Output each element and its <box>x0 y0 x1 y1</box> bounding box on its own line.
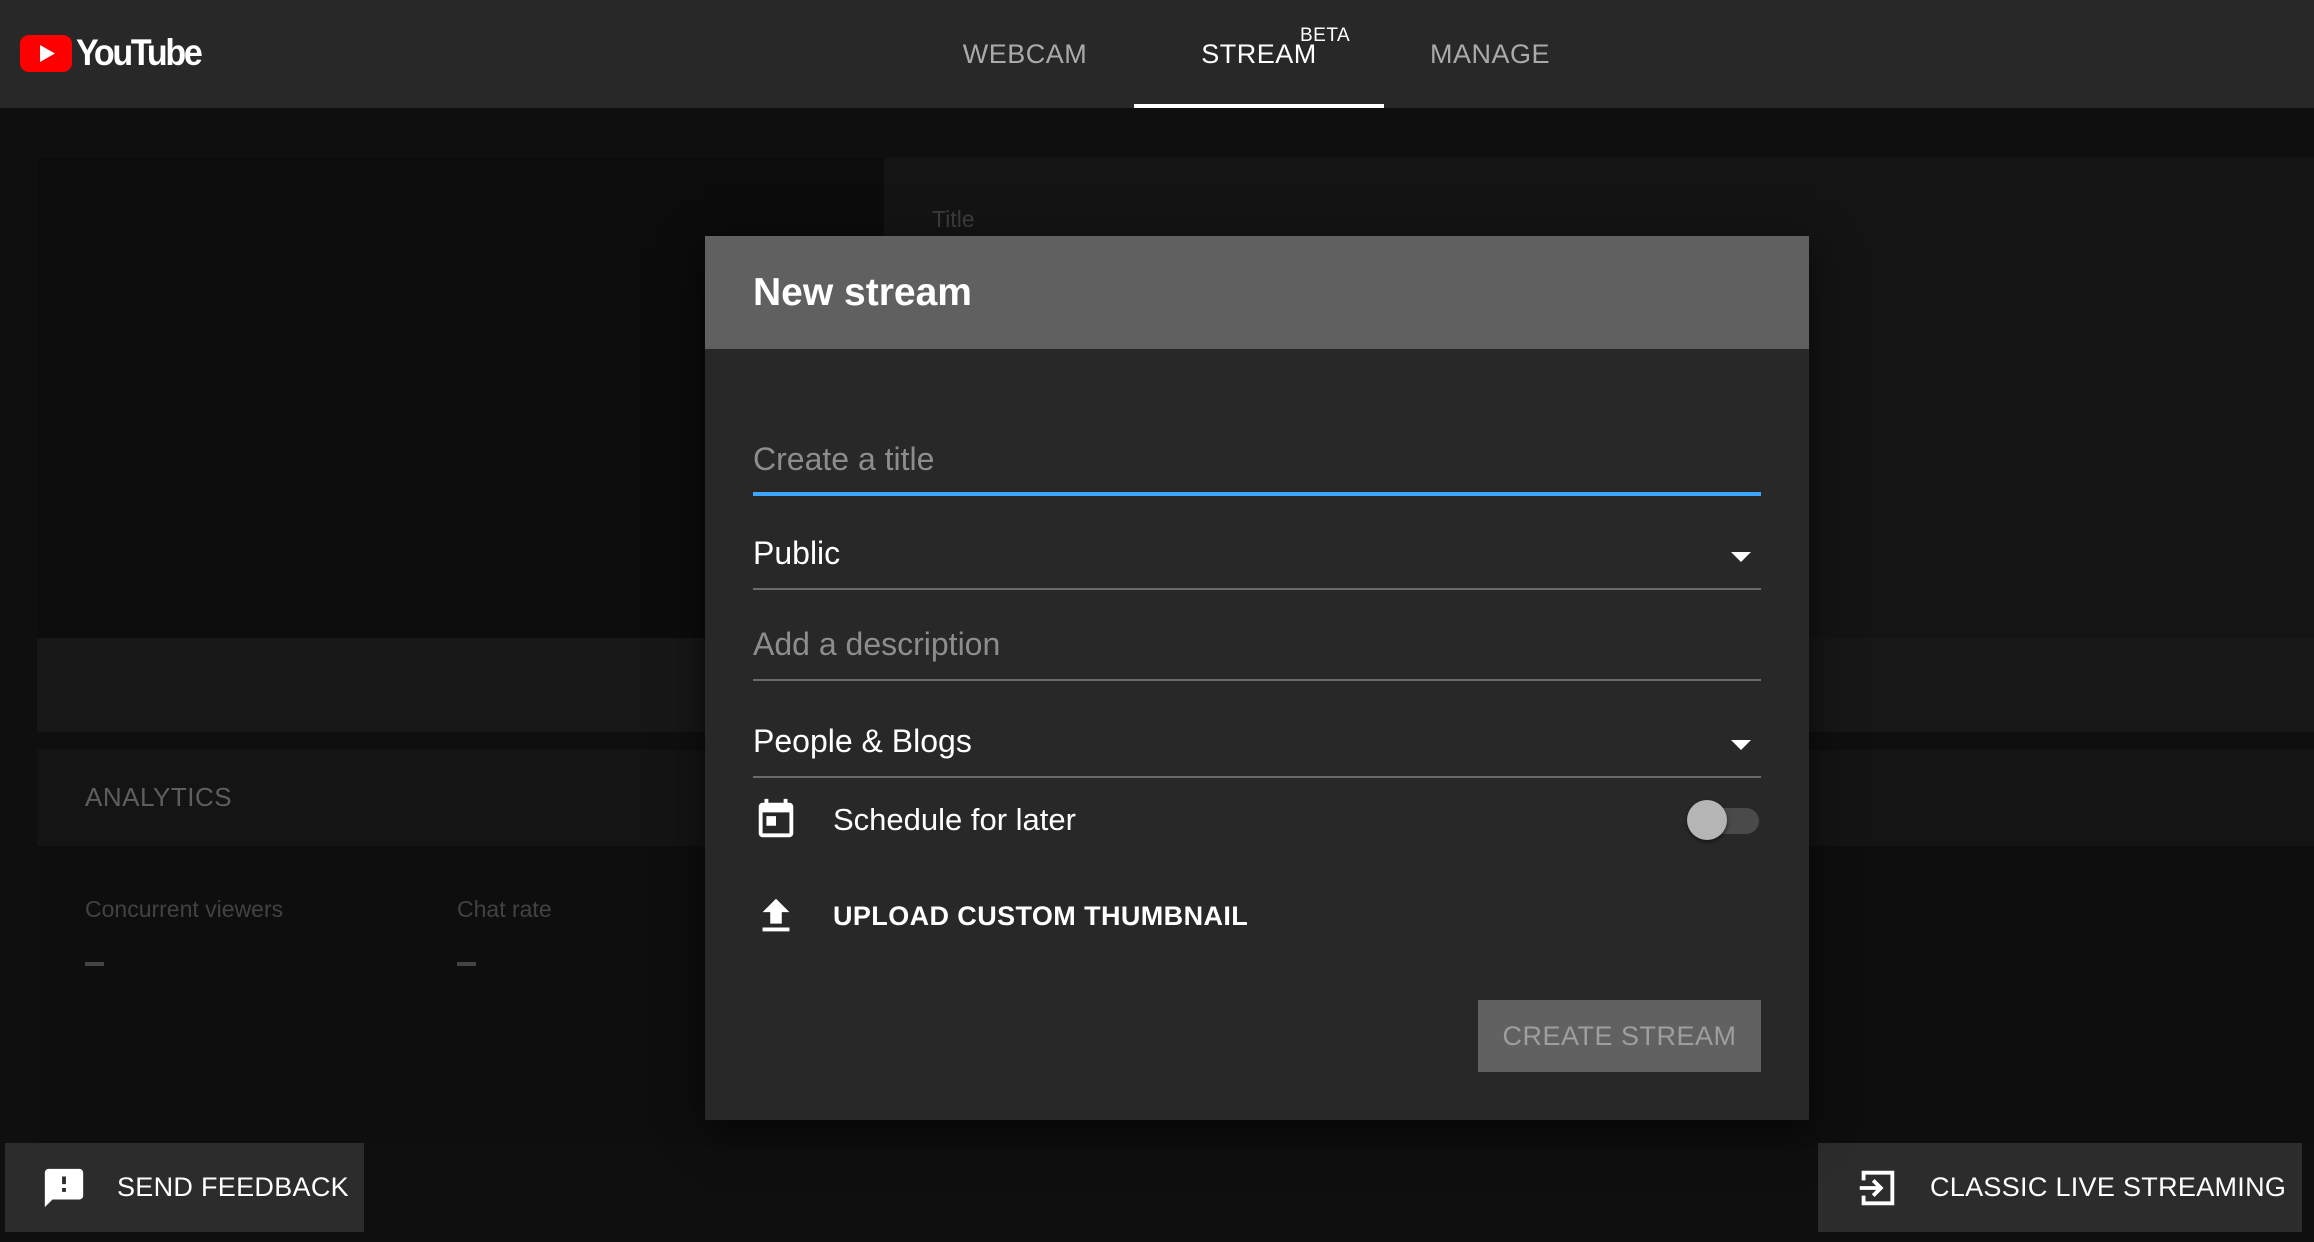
dialog-title: New stream <box>753 270 972 314</box>
upload-thumbnail-label: UPLOAD CUSTOM THUMBNAIL <box>833 900 1249 931</box>
metric-concurrent-viewers-label: Concurrent viewers <box>85 896 284 922</box>
analytics-label: ANALYTICS <box>85 782 233 812</box>
schedule-toggle[interactable] <box>1687 800 1761 840</box>
title-input[interactable] <box>753 441 1761 478</box>
logo-text: YouTube <box>76 32 203 73</box>
schedule-label: Schedule for later <box>833 802 1076 837</box>
tab-webcam[interactable]: WEBCAM <box>940 0 1110 108</box>
tab-stream[interactable]: STREAM <box>1134 0 1384 108</box>
classic-live-streaming-button[interactable]: CLASSIC LIVE STREAMING <box>1818 1143 2302 1232</box>
upload-thumbnail-button[interactable]: UPLOAD CUSTOM THUMBNAIL <box>753 876 1761 956</box>
privacy-select-value: Public <box>753 535 841 571</box>
feedback-icon <box>44 1168 84 1207</box>
description-field[interactable] <box>753 591 1761 681</box>
tab-webcam-label: WEBCAM <box>962 38 1088 69</box>
metric-chat-rate-label: Chat rate <box>457 896 552 922</box>
youtube-logo[interactable]: YouTube <box>20 32 211 73</box>
exit-to-app-icon <box>1859 1170 1895 1205</box>
send-feedback-button[interactable]: SEND FEEDBACK <box>5 1143 364 1232</box>
category-select-value: People & Blogs <box>753 723 972 759</box>
toggle-knob <box>1687 800 1727 840</box>
beta-badge: BETA <box>1300 25 1351 46</box>
calendar-icon <box>758 798 794 838</box>
send-feedback-label: SEND FEEDBACK <box>117 1172 349 1202</box>
schedule-row: Schedule for later <box>753 780 1761 860</box>
upload-icon <box>762 898 790 932</box>
dialog-header: New stream <box>705 236 1809 349</box>
description-input[interactable] <box>753 626 1761 663</box>
background-title-label: Title <box>932 206 975 232</box>
metric-concurrent-viewers-value <box>85 962 104 966</box>
chevron-down-icon <box>1731 552 1751 562</box>
tab-manage-label: MANAGE <box>1429 38 1551 69</box>
create-stream-button[interactable]: CREATE STREAM <box>1478 1000 1761 1072</box>
youtube-play-icon <box>20 34 72 72</box>
classic-live-streaming-label: CLASSIC LIVE STREAMING <box>1930 1172 2287 1202</box>
chevron-down-icon <box>1731 740 1751 750</box>
category-select[interactable]: People & Blogs <box>753 681 1761 778</box>
tab-manage[interactable]: MANAGE <box>1410 0 1570 108</box>
new-stream-dialog: New stream Public People & Blogs Schedul… <box>705 236 1809 1120</box>
top-app-bar: YouTube WEBCAM STREAM BETA MANAGE <box>0 0 2314 108</box>
metric-chat-rate-value <box>457 962 476 966</box>
privacy-select[interactable]: Public <box>753 481 1761 590</box>
